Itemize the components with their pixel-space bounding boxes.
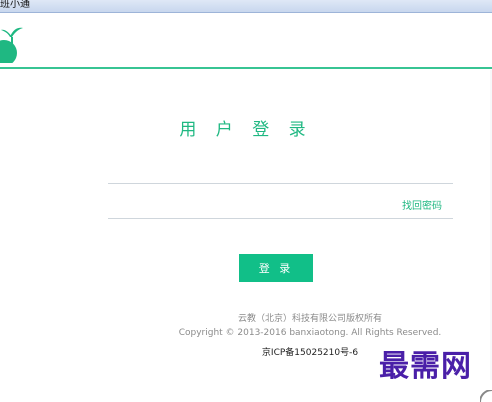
login-button[interactable]: 登 录 [239,254,313,282]
forgot-password-link[interactable]: 找回密码 [402,197,442,212]
page-title: 用 户 登 录 [179,120,313,140]
header [0,13,492,69]
window-title: 班小通 [0,0,30,10]
window-title-bar: 班小通 [0,0,492,13]
watermark: 最需网 [379,349,472,384]
account-input-line[interactable] [108,183,453,184]
corner-arc-icon [480,390,492,402]
password-input-line[interactable] [108,218,453,219]
leaf-sprout-icon[interactable] [0,19,28,63]
footer-copyright-cn: 云教（北京）科技有限公司版权所有 [237,314,382,324]
footer-copyright-en: Copyright © 2013-2016 banxiaotong. All R… [178,328,442,338]
